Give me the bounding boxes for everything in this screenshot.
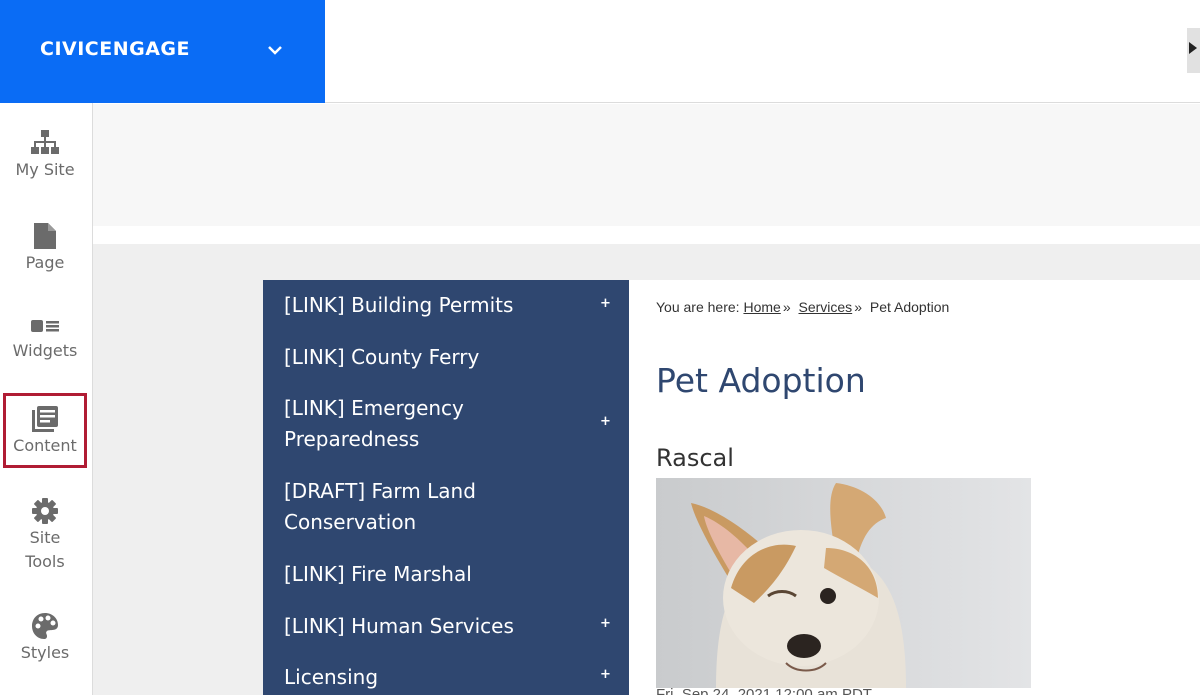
menu-item-county-ferry[interactable]: [LINK] County Ferry	[284, 342, 584, 373]
expand-icon[interactable]: +	[600, 414, 611, 429]
expand-icon[interactable]: +	[600, 296, 611, 311]
palette-icon	[32, 613, 58, 639]
admin-sidebar: My Site Page Widgets Content Site Tools …	[0, 103, 93, 695]
sidebar-item-label: Page	[25, 253, 65, 272]
pet-photo[interactable]	[656, 478, 1031, 688]
publish-date: Fri, Sep 24, 2021 12:00 am PDT	[656, 688, 872, 695]
sidebar-item-label: Styles	[20, 643, 70, 662]
chevron-down-icon[interactable]	[265, 42, 285, 58]
breadcrumb-home-link[interactable]: Home	[743, 299, 780, 315]
sidebar-item-site-tools[interactable]: Site Tools	[3, 498, 87, 574]
page-icon	[34, 223, 56, 249]
expand-icon[interactable]: +	[600, 616, 611, 631]
sidebar-item-content[interactable]: Content	[3, 393, 87, 468]
menu-item-building-permits[interactable]: [LINK] Building Permits	[284, 290, 584, 321]
caret-right-icon	[1189, 42, 1197, 54]
header-region	[93, 104, 1200, 226]
page-title: Pet Adoption	[656, 361, 866, 400]
breadcrumb-separator: »	[782, 299, 791, 315]
content-icon	[32, 406, 58, 432]
collapse-button[interactable]	[1187, 28, 1200, 73]
sidebar-item-label: Widgets	[12, 341, 78, 360]
menu-item-fire-marshal[interactable]: [LINK] Fire Marshal	[284, 559, 584, 590]
top-bar	[325, 0, 1200, 103]
brand-header[interactable]: CIVICENGAGE	[0, 0, 325, 103]
sidebar-item-label: Tools	[25, 552, 65, 571]
menu-item-human-services[interactable]: [LINK] Human Services	[284, 611, 584, 642]
sidebar-item-widgets[interactable]: Widgets	[3, 317, 87, 363]
menu-item-emergency-preparedness[interactable]: [LINK] Emergency Preparedness	[284, 393, 584, 455]
sidebar-item-my-site[interactable]: My Site	[3, 130, 87, 182]
sidebar-item-page[interactable]: Page	[3, 223, 87, 275]
widgets-icon	[31, 320, 59, 332]
menu-item-farm-land-conservation[interactable]: [DRAFT] Farm Land Conservation	[284, 476, 584, 538]
brand-name: CIVICENGAGE	[40, 38, 190, 60]
expand-icon[interactable]: +	[600, 667, 611, 682]
sitemap-icon	[31, 130, 59, 154]
menu-item-licensing[interactable]: Licensing	[284, 662, 584, 693]
gear-icon	[32, 498, 58, 524]
sidebar-item-label: My Site	[15, 160, 75, 179]
breadcrumb-current: Pet Adoption	[869, 299, 950, 315]
sidebar-item-styles[interactable]: Styles	[3, 613, 87, 665]
breadcrumb-services-link[interactable]: Services	[799, 299, 853, 315]
side-navigation-menu: [LINK] Building Permits + [LINK] County …	[263, 280, 629, 695]
sidebar-item-label: Site	[29, 528, 61, 547]
breadcrumb: You are here: Home» Services» Pet Adopti…	[656, 299, 949, 315]
breadcrumb-separator: »	[854, 299, 862, 315]
sidebar-item-label: Content	[13, 436, 77, 455]
pet-name[interactable]: Rascal	[656, 444, 734, 472]
breadcrumb-prefix: You are here:	[656, 299, 740, 315]
